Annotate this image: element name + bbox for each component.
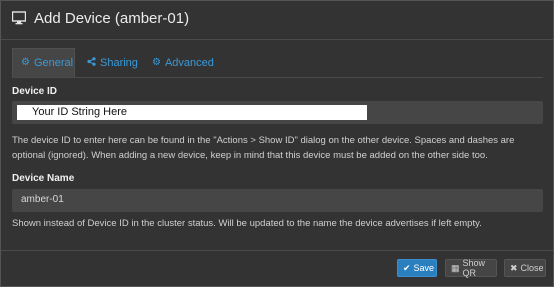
show-qr-button-label: Show QR	[462, 258, 486, 278]
save-button[interactable]: ✔ Save	[397, 259, 437, 277]
device-name-value: amber-01	[21, 194, 64, 205]
close-button-label: Close	[520, 263, 544, 273]
device-id-label: Device ID	[12, 86, 58, 97]
footer-divider	[1, 250, 553, 251]
add-device-dialog: Add Device (amber-01) ⚙ General Sharing …	[0, 0, 554, 287]
check-icon: ✔	[403, 262, 411, 273]
tab-advanced-label: Advanced	[164, 56, 214, 69]
tab-advanced[interactable]: ⚙ Advanced	[144, 48, 219, 77]
gear-icon: ⚙	[21, 57, 30, 68]
tab-general[interactable]: ⚙ General	[12, 48, 75, 77]
device-name-label: Device Name	[12, 173, 75, 184]
show-qr-button[interactable]: ▦ Show QR	[445, 258, 497, 278]
tab-general-label: General	[33, 57, 74, 69]
device-name-help: Shown instead of Device ID in the cluste…	[12, 218, 482, 229]
dialog-header: Add Device (amber-01)	[1, 1, 553, 40]
device-id-value[interactable]: Your ID String Here	[17, 105, 367, 120]
qrcode-icon: ▦	[451, 262, 460, 273]
tab-sharing[interactable]: Sharing	[79, 48, 143, 77]
close-icon: ✖	[510, 262, 518, 273]
dialog-title: Add Device (amber-01)	[34, 10, 190, 27]
monitor-icon	[12, 11, 26, 25]
save-button-label: Save	[413, 263, 435, 273]
cogs-icon: ⚙	[152, 56, 161, 68]
close-button[interactable]: ✖ Close	[504, 259, 546, 277]
device-id-field[interactable]: Your ID String Here	[12, 101, 543, 124]
share-icon	[87, 56, 96, 69]
tab-sharing-label: Sharing	[100, 56, 138, 69]
device-name-field[interactable]: amber-01	[12, 189, 543, 212]
device-id-help: The device ID to enter here can be found…	[12, 135, 515, 161]
tab-divider	[12, 77, 543, 78]
